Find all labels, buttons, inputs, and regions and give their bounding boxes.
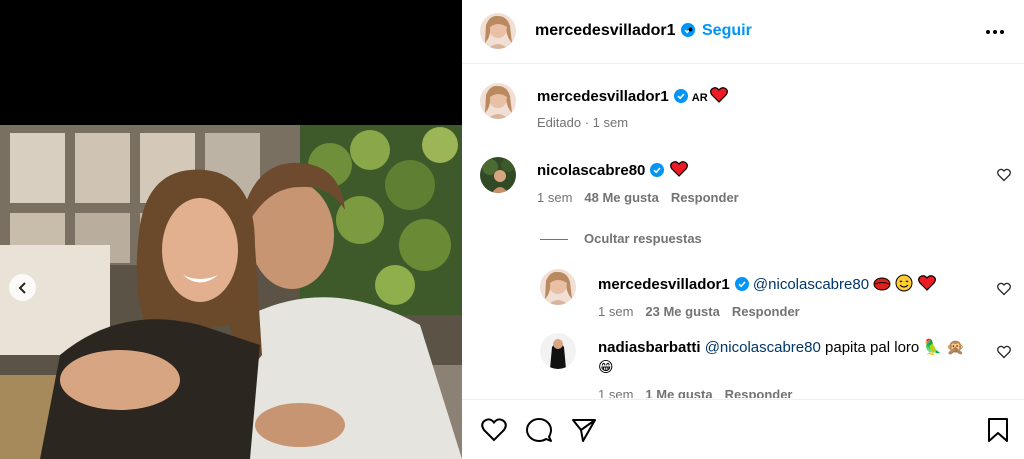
hide-replies-label[interactable]: Ocultar respuestas [584, 231, 702, 246]
reply-time[interactable]: 1 sem [598, 304, 633, 319]
reply-button[interactable]: Responder [671, 190, 739, 205]
reply-mention[interactable]: @nicolascabre80 [705, 339, 821, 356]
caption: mercedesvillador1 AR [537, 87, 728, 107]
reply-author-avatar[interactable] [540, 333, 576, 369]
comment-meta: 1 sem 48 Me gusta Responder [537, 190, 751, 205]
author-avatar[interactable] [480, 13, 516, 49]
bookmark-icon[interactable] [984, 416, 1012, 444]
heart-emoji-icon [917, 275, 936, 295]
commenter-username[interactable]: nicolascabre80 [537, 162, 645, 179]
reply-mention[interactable]: @nicolascabre80 [753, 276, 869, 293]
reply-meta: 1 sem 23 Me gusta Responder [598, 304, 812, 319]
previous-photo-button[interactable] [9, 274, 36, 301]
reply-text-line-2: 😁 [598, 358, 614, 376]
reply-likes[interactable]: 1 Me gusta [645, 387, 712, 398]
post-side-panel: mercedesvillador1 • Seguir mercedesvilla… [462, 0, 1024, 459]
commenter-avatar[interactable] [480, 157, 516, 193]
caption-author-avatar[interactable] [480, 83, 516, 119]
reply-text: papita pal loro 🦜 🙊 [825, 339, 965, 356]
reply-username[interactable]: mercedesvillador1 [598, 276, 730, 293]
heart-emoji-icon [709, 87, 728, 107]
reply: mercedesvillador1 @nicolascabre80 [598, 274, 936, 296]
reply-time[interactable]: 1 sem [598, 387, 633, 398]
post-actions-bar [462, 399, 1024, 459]
reply-button[interactable]: Responder [732, 304, 800, 319]
reply-meta: 1 sem 1 Me gusta Responder [598, 387, 805, 398]
post-header: mercedesvillador1 • Seguir [462, 0, 1024, 64]
comments-list[interactable]: mercedesvillador1 AR Editado · 1 sem nico… [462, 65, 1024, 398]
comment: nicolascabre80 [537, 161, 689, 181]
divider-line [540, 239, 568, 241]
reply-likes[interactable]: 23 Me gusta [645, 304, 719, 319]
smiling-face-emoji-icon [895, 274, 913, 296]
author-username-text[interactable]: mercedesvillador1 [535, 22, 676, 39]
reply-author-avatar[interactable] [540, 269, 576, 305]
follow-button[interactable]: Seguir [702, 22, 752, 40]
verified-badge-icon [650, 163, 665, 181]
like-reply-heart-icon[interactable] [997, 282, 1011, 296]
comment-time[interactable]: 1 sem [537, 190, 572, 205]
reply: nadiasbarbatti @nicolascabre80 papita pa… [598, 338, 965, 356]
comment-likes[interactable]: 48 Me gusta [584, 190, 658, 205]
chevron-left-icon [18, 281, 26, 294]
comment-icon[interactable] [525, 416, 553, 444]
post-media [0, 0, 462, 459]
more-options-icon[interactable] [984, 22, 1006, 42]
caption-meta: Editado · 1 sem [537, 115, 629, 130]
kiss-emoji-icon [873, 276, 891, 296]
reply-button[interactable]: Responder [725, 387, 793, 398]
caption-username[interactable]: mercedesvillador1 [537, 88, 669, 105]
post-photo [0, 125, 462, 459]
like-comment-heart-icon[interactable] [997, 168, 1011, 182]
header-separator: • [688, 21, 693, 37]
caption-badge: AR [691, 92, 708, 104]
send-icon[interactable] [570, 416, 598, 444]
verified-badge-icon [734, 277, 749, 295]
grin-emoji-text: 😁 [598, 359, 614, 376]
reply-username[interactable]: nadiasbarbatti [598, 339, 701, 356]
author-username[interactable]: mercedesvillador1 [535, 22, 695, 42]
like-reply-heart-icon[interactable] [997, 345, 1011, 359]
heart-icon[interactable] [480, 416, 508, 444]
hide-replies-button[interactable]: Ocultar respuestas [540, 231, 702, 246]
heart-emoji-icon [670, 161, 689, 181]
verified-badge-icon [673, 89, 688, 107]
